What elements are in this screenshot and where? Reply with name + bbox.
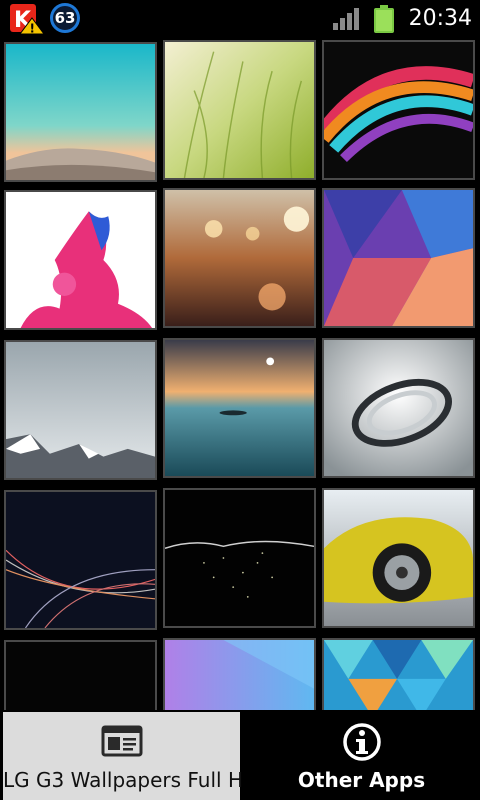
wallpaper-image (165, 640, 314, 710)
notification-count-badge: 63 (50, 3, 80, 33)
wallpaper-thumb-black-tile[interactable] (4, 640, 157, 710)
wallpaper-grid[interactable] (0, 38, 480, 710)
wallpaper-thumb-pink-ink-splash[interactable] (4, 190, 157, 330)
wallpaper-image (6, 342, 155, 478)
wallpaper-thumb-green-grass-bokeh[interactable] (163, 40, 316, 180)
svg-text:!: ! (30, 22, 35, 35)
wallpaper-thumb-colorful-light-swirl[interactable] (322, 40, 475, 180)
battery-icon (374, 5, 394, 33)
wallpaper-thumb-orange-bokeh-lights[interactable] (163, 188, 316, 328)
wallpaper-image (6, 492, 155, 628)
wallpaper-thumb-teal-sand-dune[interactable] (4, 42, 157, 182)
wallpaper-image (6, 642, 155, 710)
wallpapers-tab-button[interactable]: LG G3 Wallpapers Full HD (3, 712, 259, 800)
wallpaper-thumb-snowy-mountains[interactable] (4, 340, 157, 480)
status-clock: 20:34 (408, 6, 472, 31)
wallpaper-thumb-blue-purple-gradient[interactable] (163, 638, 316, 710)
wallpaper-image (324, 490, 473, 626)
wallpaper-thumb-yellow-concept-car[interactable] (322, 488, 475, 628)
info-icon (342, 723, 381, 761)
status-bar: K ! 63 20:34 (0, 0, 480, 38)
wallpaper-image (165, 190, 314, 326)
wallpaper-image (324, 190, 473, 326)
wallpaper-thumb-dark-abstract-lines[interactable] (4, 490, 157, 630)
wallpaper-image (324, 340, 473, 476)
bottom-action-bar: LG G3 Wallpapers Full HD Other Apps (0, 710, 480, 800)
wallpaper-image (165, 340, 314, 476)
signal-strength-icon (333, 8, 359, 30)
antivirus-warning-icon: K ! (10, 4, 44, 34)
wallpapers-tab-label: LG G3 Wallpapers Full HD (3, 768, 259, 792)
wallpaper-image (165, 490, 314, 626)
wallpaper-image (324, 640, 473, 710)
wallpaper-thumb-purple-polygon-abstract[interactable] (322, 188, 475, 328)
wallpaper-thumb-dark-water-sparkles[interactable] (163, 488, 316, 628)
wallpaper-image (324, 42, 473, 178)
wallpaper-thumb-blue-geometric-triangles[interactable] (322, 638, 475, 710)
wallpaper-image (6, 44, 155, 180)
wallpaper-image (165, 42, 314, 178)
wallpaper-thumb-sea-moon-dusk[interactable] (163, 338, 316, 478)
wallpaper-image (6, 192, 155, 328)
id-card-icon (101, 725, 142, 757)
other-apps-label: Other Apps (297, 768, 426, 792)
other-apps-button[interactable]: Other Apps (243, 712, 480, 800)
wallpaper-thumb-metal-rings-3d[interactable] (322, 338, 475, 478)
